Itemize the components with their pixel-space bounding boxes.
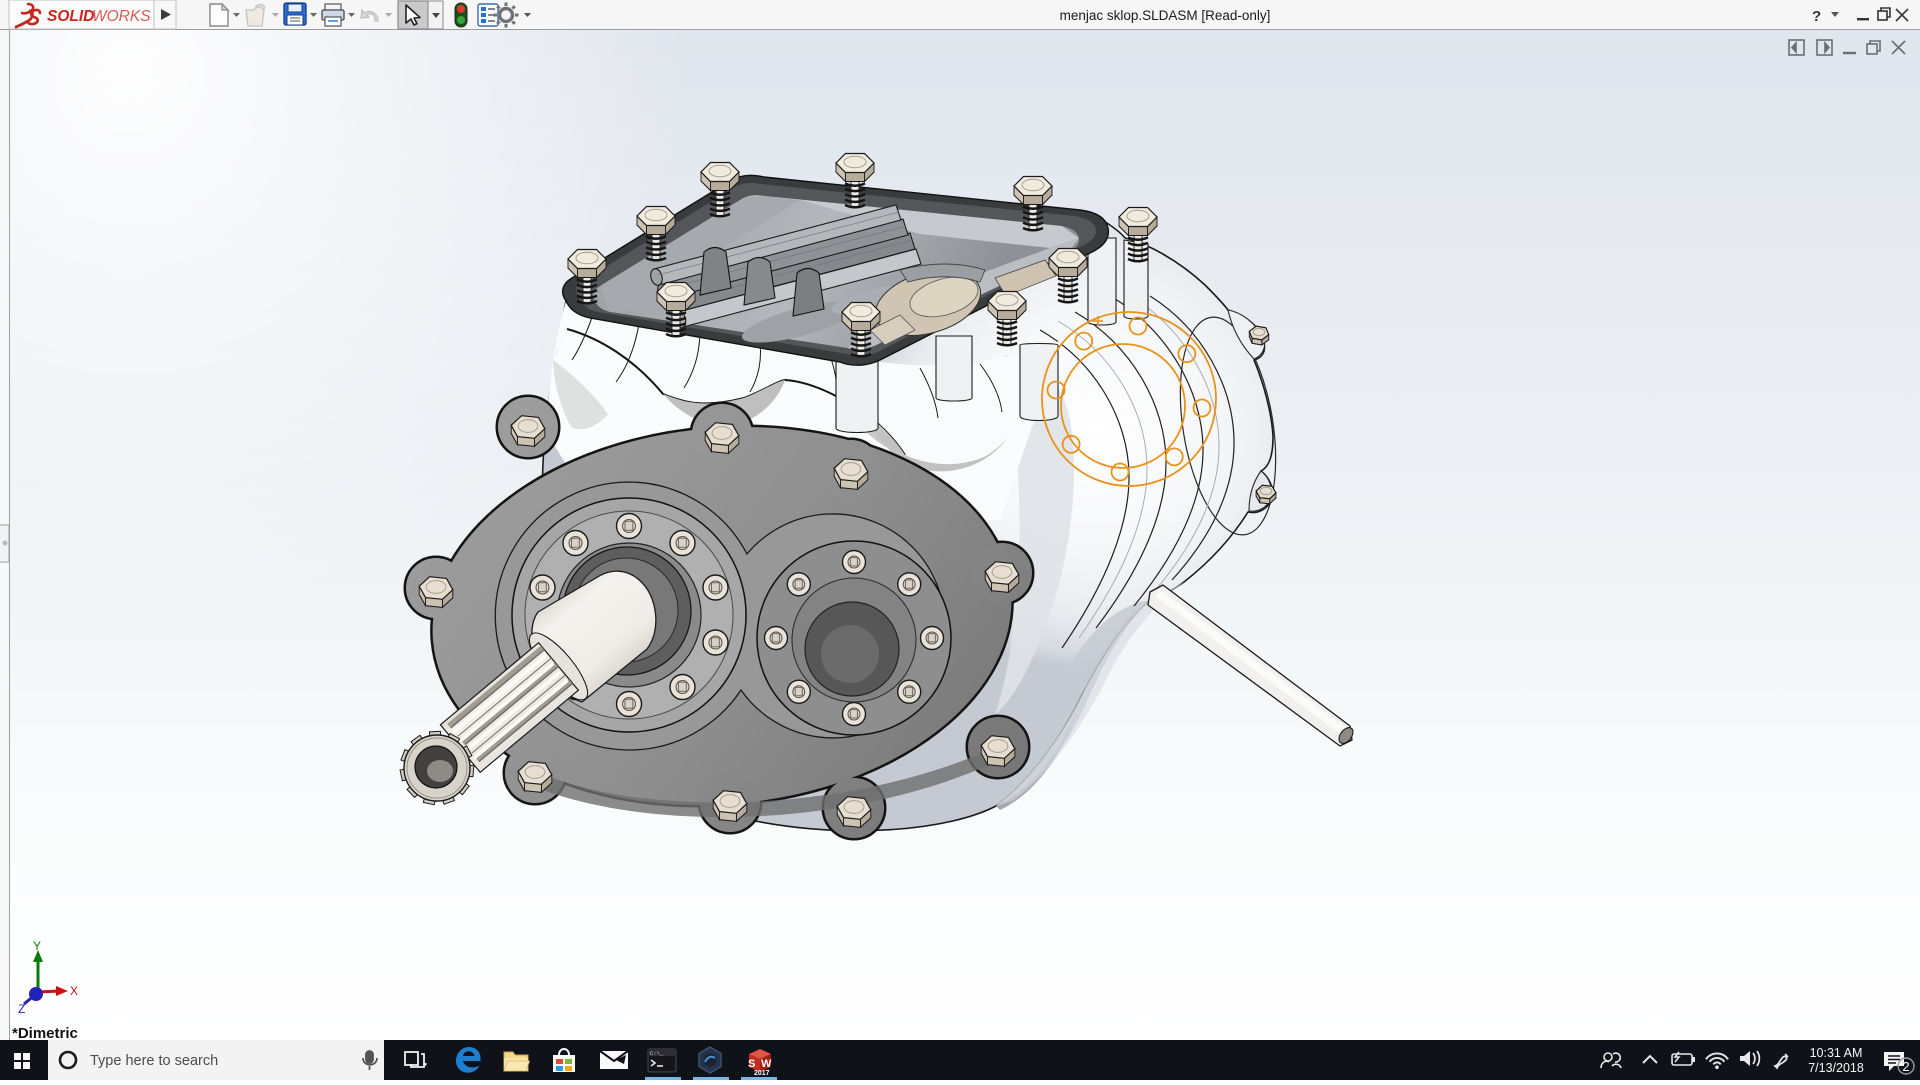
svg-text:2017: 2017 xyxy=(754,1070,770,1077)
svg-text:10:31 AM: 10:31 AM xyxy=(1810,1046,1863,1060)
svg-text:S: S xyxy=(748,1058,755,1070)
svg-text:7/13/2018: 7/13/2018 xyxy=(1808,1061,1864,1075)
svg-text:menjac sklop.SLDASM [Read-only: menjac sklop.SLDASM [Read-only] xyxy=(1060,8,1271,23)
svg-text:*Dimetric: *Dimetric xyxy=(12,1025,78,1040)
svg-text:?: ? xyxy=(1812,8,1821,25)
svg-text:C:\_: C:\_ xyxy=(650,1050,664,1057)
svg-text:SOLID: SOLID xyxy=(47,8,94,25)
svg-text:Z: Z xyxy=(18,1002,25,1016)
svg-text:X: X xyxy=(70,984,78,998)
svg-text:2: 2 xyxy=(1902,1059,1909,1074)
svg-text:Y: Y xyxy=(33,939,41,953)
svg-text:W: W xyxy=(761,1058,772,1070)
svg-text:WORKS: WORKS xyxy=(92,8,151,25)
svg-text:Type here to search: Type here to search xyxy=(90,1053,218,1069)
